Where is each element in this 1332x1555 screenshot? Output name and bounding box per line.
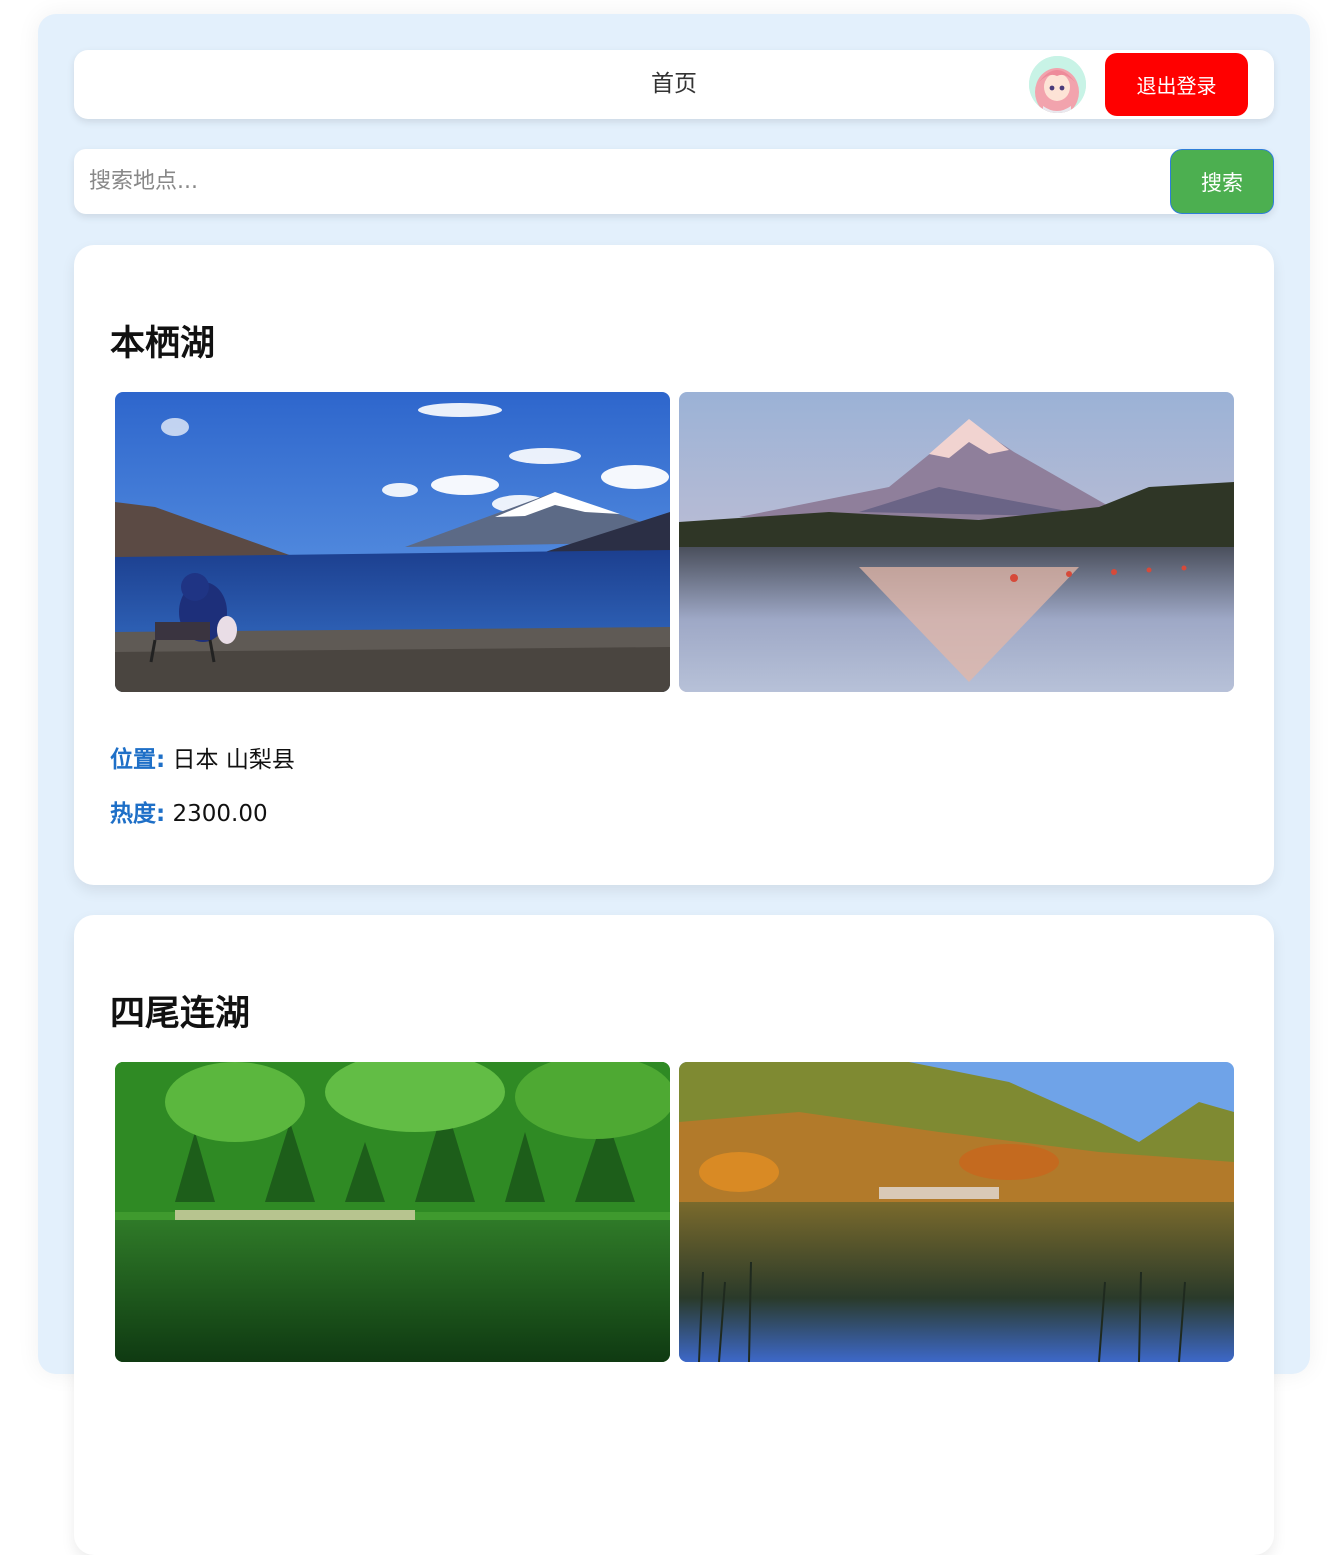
place-card: 本栖湖 位置: 日本 山梨县 热度: 2300.00 (74, 245, 1274, 885)
location-label: 位置: (110, 747, 166, 773)
nav-home-link[interactable]: 首页 (74, 50, 1274, 119)
user-avatar[interactable] (1029, 56, 1086, 113)
logout-button[interactable]: 退出登录 (1105, 53, 1248, 116)
search-button[interactable]: 搜索 (1170, 149, 1274, 214)
top-navbar: 首页 退出登录 (74, 50, 1274, 119)
place-photo (679, 392, 1234, 692)
place-title: 本栖湖 (110, 324, 216, 364)
page-container: 首页 退出登录 搜索 本栖湖 (38, 14, 1310, 1555)
location-value: 日本 山梨县 (172, 747, 295, 773)
place-location-row: 位置: 日本 山梨县 (110, 740, 295, 774)
place-title: 四尾连湖 (110, 994, 251, 1034)
place-card: 四尾连湖 (74, 915, 1274, 1555)
popularity-label: 热度: (110, 801, 166, 827)
search-input[interactable] (74, 149, 1154, 214)
place-photo (679, 1062, 1234, 1362)
place-photo (115, 1062, 670, 1362)
popularity-value: 2300.00 (172, 801, 268, 827)
place-photo (115, 392, 670, 692)
search-bar: 搜索 (74, 149, 1274, 214)
place-popularity-row: 热度: 2300.00 (110, 794, 268, 828)
